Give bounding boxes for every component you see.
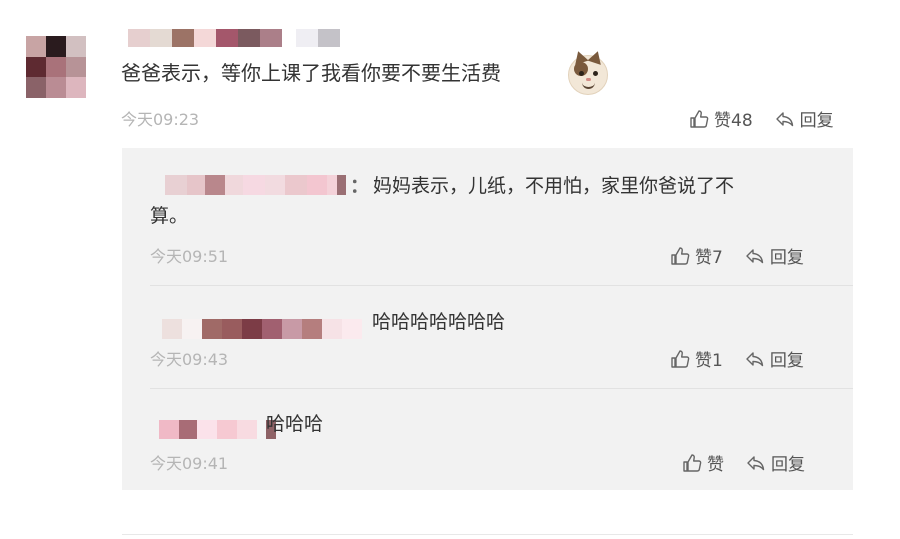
reply-arrow-icon xyxy=(775,111,793,126)
reply-actions: 赞 回复 xyxy=(682,450,805,475)
reply-username-pixelated[interactable] xyxy=(165,175,346,195)
reply-time: 今天09:43 xyxy=(150,350,229,369)
reply-username-pixelated[interactable] xyxy=(162,319,362,339)
reply-colon: ： xyxy=(350,175,370,197)
cat-face-emoji-icon xyxy=(568,49,608,95)
thumbs-up-icon xyxy=(671,246,690,265)
reply-label: 回复 xyxy=(771,455,805,475)
like-count: 赞1 xyxy=(695,351,723,371)
thumbs-up-icon xyxy=(683,453,702,472)
reply-button[interactable]: 回复 xyxy=(746,450,805,475)
reply-label: 回复 xyxy=(769,351,804,371)
reply-text-line2: 算。 xyxy=(150,205,189,227)
reply-username-pixelated[interactable] xyxy=(159,420,276,439)
reply-text: ：妈妈表示，儿纸，不用怕，家里你爸说了不 xyxy=(350,169,734,203)
reply-label: 回复 xyxy=(769,248,804,268)
reply-divider xyxy=(150,285,853,286)
comment-actions: 赞48 回复 xyxy=(689,106,834,131)
comment-time: 今天09:23 xyxy=(121,110,200,129)
reply-text-line1: 妈妈表示，儿纸，不用怕，家里你爸说了不 xyxy=(373,175,735,197)
thumbs-up-icon xyxy=(671,349,690,368)
reply-actions: 赞7 回复 xyxy=(670,243,804,268)
reply-text: 哈哈哈 xyxy=(266,413,324,435)
reply-arrow-icon xyxy=(746,248,764,263)
like-button[interactable]: 赞7 xyxy=(670,243,723,268)
avatar[interactable] xyxy=(26,36,86,98)
reply-button[interactable]: 回复 xyxy=(775,106,834,131)
reply-time: 今天09:41 xyxy=(150,454,229,473)
reply-button[interactable]: 回复 xyxy=(745,243,804,268)
reply-text: 哈哈哈哈哈哈哈 xyxy=(372,311,506,333)
reply-arrow-icon xyxy=(747,455,765,470)
bottom-divider xyxy=(122,534,853,535)
comment-text: 爸爸表示，等你上课了我看你要不要生活费 xyxy=(121,61,501,85)
reply-button[interactable]: 回复 xyxy=(745,346,804,371)
like-button[interactable]: 赞1 xyxy=(670,346,723,371)
reply-label: 回复 xyxy=(799,111,834,131)
thumbs-up-icon xyxy=(690,109,709,128)
like-count: 赞48 xyxy=(714,111,753,131)
reply-arrow-icon xyxy=(746,351,764,366)
like-count: 赞7 xyxy=(695,248,723,268)
reply-time: 今天09:51 xyxy=(150,247,229,266)
like-button[interactable]: 赞 xyxy=(682,450,724,475)
reply-actions: 赞1 回复 xyxy=(670,346,804,371)
username-pixelated[interactable] xyxy=(128,29,340,47)
like-count: 赞 xyxy=(707,455,724,475)
reply-divider xyxy=(150,388,853,389)
like-button[interactable]: 赞48 xyxy=(689,106,753,131)
